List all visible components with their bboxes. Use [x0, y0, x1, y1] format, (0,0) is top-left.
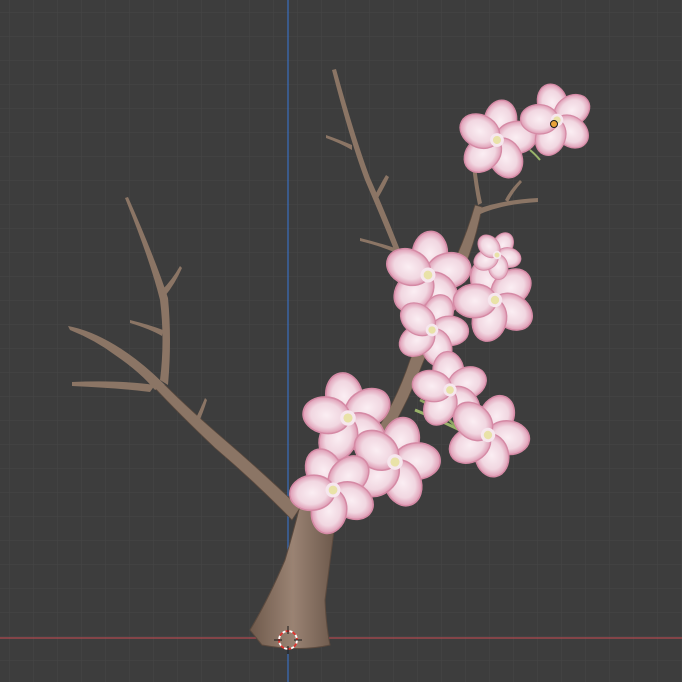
object-origin-dot[interactable]: [550, 120, 558, 128]
viewport-canvas[interactable]: [0, 0, 682, 682]
3d-viewport[interactable]: [0, 0, 682, 682]
